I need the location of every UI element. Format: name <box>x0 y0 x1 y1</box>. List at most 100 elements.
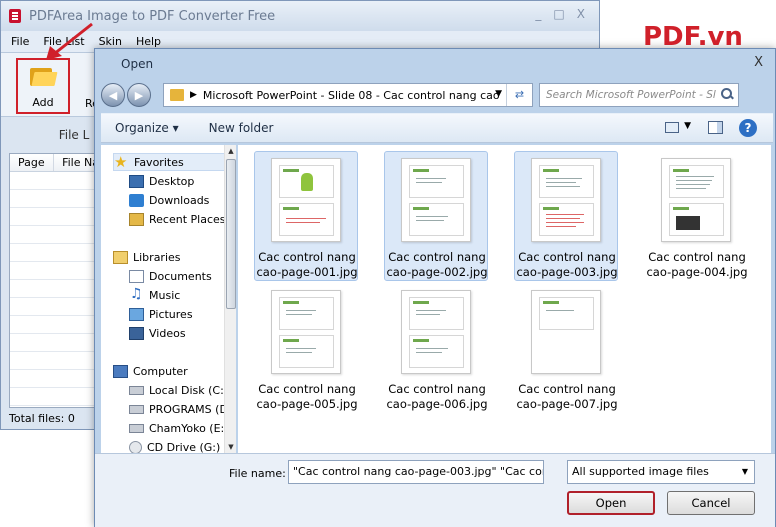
open-button[interactable]: Open <box>567 491 655 515</box>
pdf-app-icon <box>9 9 21 23</box>
file-name: Cac control nang cao-page-003.jpg <box>516 250 618 279</box>
thumbnail-image <box>531 290 601 374</box>
cd-drive-icon <box>129 440 142 453</box>
file-type-value: All supported image files <box>572 465 709 478</box>
nav-favorites[interactable]: Favorites <box>113 153 231 171</box>
forward-arrow-icon[interactable]: ▶ <box>127 83 151 107</box>
folder-icon <box>170 89 184 101</box>
add-button[interactable]: Add <box>16 58 70 114</box>
add-button-label: Add <box>32 96 54 109</box>
address-dropdown-icon[interactable]: ▼ <box>495 89 502 99</box>
nav-downloads[interactable]: Downloads <box>129 191 209 209</box>
watermark-logo: PDF.vn <box>643 22 743 52</box>
nav-music[interactable]: Music <box>129 286 180 304</box>
command-bar: Organize ▾ New folder ▼ ? <box>101 113 773 143</box>
nav-libraries-label: Libraries <box>133 250 181 264</box>
minimize-button[interactable]: _ <box>535 7 541 21</box>
change-view-icon[interactable] <box>665 122 679 133</box>
libraries-icon <box>113 250 128 264</box>
nav-documents-label: Documents <box>149 269 212 283</box>
nav-computer-label: Computer <box>133 364 188 378</box>
file-name: Cac control nang cao-page-007.jpg <box>516 382 618 411</box>
view-dropdown-icon[interactable]: ▼ <box>684 121 691 131</box>
scroll-up-icon[interactable]: ▲ <box>225 145 236 157</box>
nav-programs[interactable]: PROGRAMS (D <box>129 400 228 418</box>
maximize-button[interactable]: □ <box>553 7 564 21</box>
recent-places-icon <box>129 212 144 226</box>
nav-favorites-label: Favorites <box>134 155 184 169</box>
close-button[interactable]: X <box>577 7 585 21</box>
nav-recent-places[interactable]: Recent Places <box>129 210 226 228</box>
chevron-down-icon[interactable]: ▼ <box>742 461 748 483</box>
nav-pictures[interactable]: Pictures <box>129 305 193 323</box>
scroll-thumb[interactable] <box>226 159 236 309</box>
cancel-button[interactable]: Cancel <box>667 491 755 515</box>
status-total-files: Total files: 0 <box>9 412 75 425</box>
file-tile-007[interactable]: Cac control nang cao-page-007.jpg <box>514 283 618 413</box>
nav-scrollbar[interactable]: ▲ ▼ <box>224 145 236 453</box>
scroll-down-icon[interactable]: ▼ <box>225 441 236 453</box>
nav-local-disk-label: Local Disk (C:) <box>149 383 229 397</box>
menu-help[interactable]: Help <box>136 35 161 48</box>
nav-desktop[interactable]: Desktop <box>129 172 194 190</box>
help-icon[interactable]: ? <box>739 119 757 137</box>
search-input[interactable]: Search Microsoft PowerPoint - Sli... <box>539 83 739 107</box>
back-arrow-icon[interactable]: ◀ <box>101 83 125 107</box>
thumbnail-image <box>401 290 471 374</box>
nav-videos[interactable]: Videos <box>129 324 186 342</box>
column-page[interactable]: Page <box>10 154 55 171</box>
menu-file[interactable]: File <box>11 35 29 48</box>
file-tile-003[interactable]: Cac control nang cao-page-003.jpg <box>514 151 618 281</box>
nav-cd-drive[interactable]: CD Drive (G:) <box>129 438 220 453</box>
nav-programs-label: PROGRAMS (D <box>149 402 228 416</box>
documents-icon <box>129 269 144 283</box>
dialog-close-button[interactable]: X <box>754 55 763 70</box>
desktop-icon <box>129 174 144 188</box>
nav-chamyoko-label: ChamYoko (E:) <box>149 421 229 435</box>
nav-cd-drive-label: CD Drive (G:) <box>147 440 221 454</box>
refresh-icon[interactable]: ⇄ <box>506 84 532 106</box>
address-bar[interactable]: ▶ Microsoft PowerPoint - Slide 08 - Cac … <box>163 83 533 107</box>
nav-music-label: Music <box>149 288 181 302</box>
breadcrumb-chevron-icon[interactable]: ▶ <box>190 90 197 100</box>
thumbnail-image <box>271 158 341 242</box>
music-icon <box>129 286 144 302</box>
preview-pane-icon[interactable] <box>708 121 723 134</box>
file-tile-001[interactable]: Cac control nang cao-page-001.jpg <box>254 151 358 281</box>
dialog-title-bar: Open X <box>95 49 775 79</box>
file-name: Cac control nang cao-page-006.jpg <box>386 382 488 411</box>
search-icon[interactable] <box>721 88 733 100</box>
file-type-select[interactable]: All supported image files ▼ <box>567 460 755 484</box>
file-name: Cac control nang cao-page-002.jpg <box>386 250 488 279</box>
dialog-title: Open <box>121 57 154 71</box>
file-name: Cac control nang cao-page-004.jpg <box>646 250 748 279</box>
new-folder-button[interactable]: New folder <box>209 121 274 135</box>
file-name-field[interactable]: "Cac control nang cao-page-003.jpg" "Cac… <box>288 460 544 484</box>
nav-chamyoko[interactable]: ChamYoko (E:) <box>129 419 229 437</box>
computer-icon <box>113 364 128 378</box>
nav-videos-label: Videos <box>149 326 186 340</box>
disk-drive-icon <box>129 404 144 414</box>
disk-drive-icon <box>129 423 144 433</box>
organize-button[interactable]: Organize ▾ <box>115 121 179 135</box>
file-tile-002[interactable]: Cac control nang cao-page-002.jpg <box>384 151 488 281</box>
thumbnail-image <box>271 290 341 374</box>
window-controls: _ □ X <box>535 7 599 21</box>
open-dialog: Open X ◀ ▶ ▶ Microsoft PowerPoint - Slid… <box>94 48 776 527</box>
thumbnail-image <box>661 158 731 242</box>
nav-desktop-label: Desktop <box>149 174 195 188</box>
thumbnail-image <box>401 158 471 242</box>
nav-documents[interactable]: Documents <box>129 267 212 285</box>
file-tile-004[interactable]: Cac control nang cao-page-004.jpg <box>644 151 748 281</box>
file-tile-005[interactable]: Cac control nang cao-page-005.jpg <box>254 283 358 413</box>
menu-skin[interactable]: Skin <box>99 35 122 48</box>
nav-computer[interactable]: Computer <box>113 362 188 380</box>
dialog-footer: File name: "Cac control nang cao-page-00… <box>95 453 775 527</box>
nav-local-disk[interactable]: Local Disk (C:) <box>129 381 228 399</box>
address-path[interactable]: Microsoft PowerPoint - Slide 08 - Cac co… <box>203 89 500 102</box>
nav-pictures-label: Pictures <box>149 307 193 321</box>
nav-libraries[interactable]: Libraries <box>113 248 181 266</box>
file-tile-006[interactable]: Cac control nang cao-page-006.jpg <box>384 283 488 413</box>
search-placeholder[interactable]: Search Microsoft PowerPoint - Sli... <box>546 89 716 101</box>
file-name-label: File name: <box>229 467 286 480</box>
